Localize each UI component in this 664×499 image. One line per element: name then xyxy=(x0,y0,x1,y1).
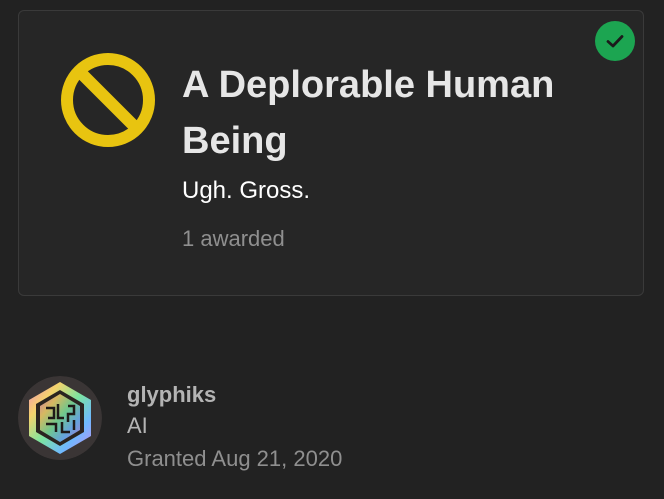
check-icon xyxy=(606,35,624,48)
badge-title: A Deplorable Human Being xyxy=(182,64,555,162)
badge-page: A Deplorable Human Being Ugh. Gross. 1 a… xyxy=(0,0,664,499)
granted-date: Granted Aug 21, 2020 xyxy=(127,443,342,475)
user-title: AI xyxy=(127,413,148,438)
user-grant-row[interactable]: glyphiks AI Granted Aug 21, 2020 xyxy=(18,376,638,486)
username[interactable]: glyphiks xyxy=(127,379,216,411)
badge-description: Ugh. Gross. xyxy=(182,177,311,204)
granted-badge-indicator xyxy=(595,21,635,61)
granted-label: Granted xyxy=(127,446,207,471)
no-entry-circle-icon xyxy=(59,51,157,149)
awarded-count: 1 awarded xyxy=(182,226,285,251)
badge-card[interactable]: A Deplorable Human Being Ugh. Gross. 1 a… xyxy=(18,10,644,296)
avatar[interactable] xyxy=(18,376,102,460)
granted-date-value: Aug 21, 2020 xyxy=(211,446,343,471)
